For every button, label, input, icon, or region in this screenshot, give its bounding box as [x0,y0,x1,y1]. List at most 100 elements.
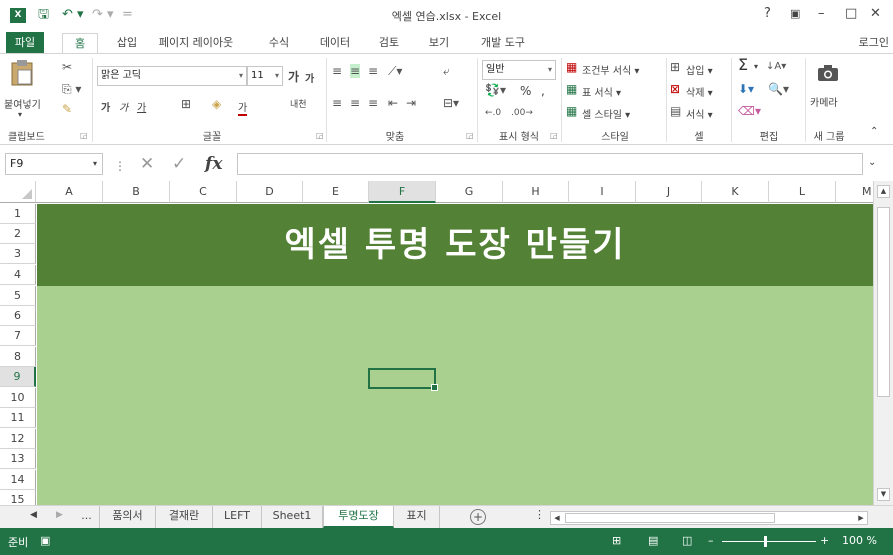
paste-dropdown-icon[interactable]: ▾ [18,110,22,119]
row-header[interactable]: 5 [0,286,36,306]
name-box[interactable]: F9 ▾ [5,153,103,175]
align-right-icon[interactable]: ≡ [368,96,378,110]
scroll-left-icon[interactable]: ◀ [551,512,563,524]
number-launcher-icon[interactable]: ◲ [550,131,558,140]
horizontal-scroll-thumb[interactable] [565,513,775,523]
format-cells-icon[interactable]: ▤ [670,104,681,118]
column-header[interactable]: E [303,181,369,203]
collapse-ribbon-icon[interactable]: ⌃ [870,126,878,137]
tab-formulas[interactable]: 수식 [262,33,296,54]
fill-icon[interactable]: ⬇▾ [738,82,754,96]
row-header[interactable]: 7 [0,326,36,346]
delete-cells-button[interactable]: 삭제 ▾ [686,84,713,99]
shrink-font-button[interactable]: 가 [305,70,314,85]
page-break-view-icon[interactable]: ◫ [682,534,692,547]
row-header[interactable]: 4 [0,265,36,285]
macro-record-icon[interactable]: ▣ [40,534,50,547]
maximize-icon[interactable]: □ [845,4,857,24]
sheet-tab-more[interactable]: ... [74,506,100,528]
column-header[interactable]: F [369,181,436,203]
font-name-select[interactable]: 맑은 고딕 ▾ [97,66,247,86]
scroll-up-icon[interactable]: ▲ [877,185,890,198]
insert-cells-icon[interactable]: ⊞ [670,60,680,74]
column-header[interactable]: M [836,181,873,203]
cancel-entry-icon[interactable]: ✕ [140,154,154,174]
font-color-button[interactable]: 가 [238,99,248,116]
tab-page-layout[interactable]: 페이지 레이아웃 [148,33,244,54]
camera-button-label[interactable]: 카메라 [810,94,838,109]
row-header[interactable]: 1 [0,204,36,224]
login-link[interactable]: 로그인 [859,34,889,50]
comma-style-button[interactable]: , [541,84,545,98]
paste-button-label[interactable]: 붙여넣기 [4,96,41,111]
find-select-icon[interactable]: 🔍▾ [768,82,789,96]
copy-icon[interactable]: ⎘ ▾ [62,82,81,96]
column-header[interactable]: C [170,181,237,203]
horizontal-scrollbar[interactable]: ◀ ▶ [550,511,868,525]
orientation-icon[interactable]: ⟋▾ [388,64,402,78]
column-header[interactable]: D [237,181,303,203]
next-sheet-icon[interactable]: ▶ [56,510,63,520]
row-header[interactable]: 6 [0,306,36,326]
conditional-formatting-icon[interactable]: ▦ [566,60,577,74]
scroll-down-icon[interactable]: ▼ [877,488,890,501]
alignment-launcher-icon[interactable]: ◲ [466,131,474,140]
column-header[interactable]: A [36,181,103,203]
tab-view[interactable]: 보기 [422,33,456,54]
scroll-right-icon[interactable]: ▶ [855,512,867,524]
decrease-indent-icon[interactable]: ⇤ [388,96,398,110]
minimize-icon[interactable]: – [818,4,825,24]
clear-icon[interactable]: ⌫▾ [738,104,761,118]
column-header[interactable]: K [702,181,769,203]
wrap-text-icon[interactable]: ⤶ [443,64,450,78]
normal-view-icon[interactable]: ⊞ [612,534,621,547]
align-top-icon[interactable]: ≡ [332,64,342,78]
tab-splitter-icon[interactable]: ⋮ [534,508,545,521]
tab-developer[interactable]: 개발 도구 [474,33,532,54]
tab-data[interactable]: 데이터 [313,33,357,54]
title-banner[interactable]: 엑셀 투명 도장 만들기 [37,204,873,286]
row-header[interactable]: 10 [0,388,36,408]
merge-center-icon[interactable]: ⊟▾ [443,96,459,110]
increase-indent-icon[interactable]: ⇥ [406,96,416,110]
vertical-scroll-thumb[interactable] [877,207,890,397]
font-launcher-icon[interactable]: ◲ [316,131,324,140]
sheet-tab-active[interactable]: 투명도장 [323,506,394,528]
paste-icon[interactable] [10,58,34,86]
format-as-table-icon[interactable]: ▦ [566,82,577,96]
format-cells-button[interactable]: 서식 ▾ [686,106,713,121]
font-size-select[interactable]: 11 ▾ [247,66,283,86]
active-cell-F9[interactable] [368,368,438,391]
phonetic-button[interactable]: 내천 [290,97,307,110]
add-sheet-icon[interactable]: + [470,509,486,525]
prev-sheet-icon[interactable]: ◀ [30,510,37,520]
insert-function-button[interactable]: fx [205,154,222,174]
bold-button[interactable]: 가 [101,99,110,114]
fill-color-icon[interactable]: ◈ [212,97,221,111]
camera-icon[interactable] [817,64,839,82]
row-header[interactable]: 9 [0,367,36,387]
row-header[interactable]: 11 [0,408,36,428]
increase-decimal-icon[interactable]: ←.0 [485,106,501,120]
zoom-slider[interactable] [722,541,816,542]
clipboard-launcher-icon[interactable]: ◲ [80,131,88,140]
expand-formula-bar-icon[interactable]: ⌄ [868,157,876,168]
underline-button[interactable]: 가 [137,99,146,114]
column-header[interactable]: I [569,181,636,203]
autosum-dropdown-icon[interactable]: ▾ [754,62,758,71]
tab-home[interactable]: 홈 [62,33,98,54]
align-left-icon[interactable]: ≡ [332,96,342,110]
sheet-tab[interactable]: LEFT [213,506,262,528]
close-icon[interactable]: ✕ [870,4,881,24]
cell-styles-button[interactable]: 셀 스타일 ▾ [582,106,630,121]
sheet-tab[interactable]: Sheet1 [262,506,323,528]
zoom-out-icon[interactable]: – [708,534,714,547]
decrease-decimal-icon[interactable]: .00→ [511,106,533,120]
align-center-icon[interactable]: ≡ [350,96,360,110]
zoom-slider-thumb[interactable] [764,536,767,547]
row-header[interactable]: 3 [0,244,36,264]
delete-cells-icon[interactable]: ⊠ [670,82,680,96]
tab-file[interactable]: 파일 [6,32,44,54]
tab-insert[interactable]: 삽입 [110,33,144,54]
page-layout-view-icon[interactable]: ▤ [648,534,658,547]
